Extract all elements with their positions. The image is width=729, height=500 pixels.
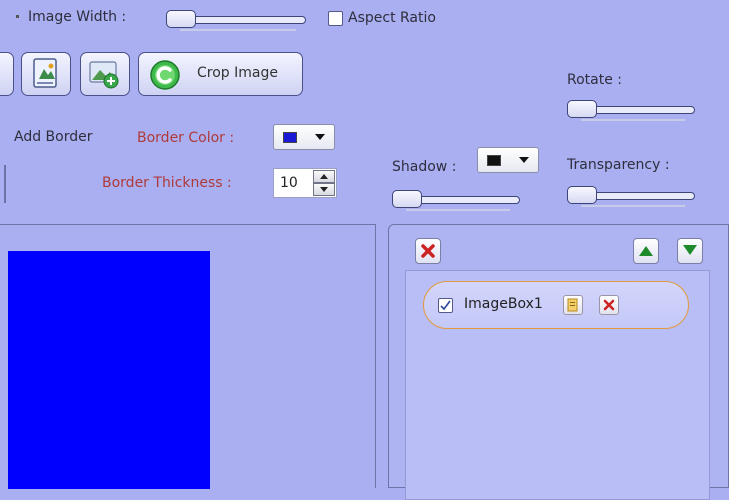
image-properties-button[interactable] xyxy=(21,52,71,96)
checkmark-icon xyxy=(440,300,451,311)
layers-panel: ImageBox1 xyxy=(388,224,729,500)
border-thickness-stepper[interactable]: 10 xyxy=(273,168,337,198)
crop-icon xyxy=(150,60,180,90)
layers-list: ImageBox1 xyxy=(405,270,710,500)
border-thickness-value: 10 xyxy=(280,175,298,191)
move-up-button[interactable] xyxy=(633,238,659,264)
left-divider xyxy=(0,165,6,203)
slider-thumb[interactable] xyxy=(567,100,597,118)
aspect-ratio-label: Aspect Ratio xyxy=(348,10,436,26)
arrow-up-icon xyxy=(639,246,653,256)
slider-ticks xyxy=(406,209,510,212)
add-image-button[interactable] xyxy=(80,52,130,96)
rotate-slider[interactable] xyxy=(567,100,695,122)
rotate-label: Rotate : xyxy=(567,72,623,88)
arrow-down-icon xyxy=(320,187,328,192)
shadow-slider[interactable] xyxy=(392,190,520,212)
chevron-down-icon xyxy=(315,134,325,140)
shadow-label: Shadow : xyxy=(392,159,457,175)
aspect-ratio-checkbox[interactable] xyxy=(328,11,343,26)
border-color-label: Border Color : xyxy=(137,130,235,146)
layer-visible-checkbox[interactable] xyxy=(438,298,453,313)
layer-name-label: ImageBox1 xyxy=(464,296,543,312)
note-icon xyxy=(567,298,578,312)
crop-image-label: Crop Image xyxy=(197,65,278,81)
image-width-slider[interactable] xyxy=(166,10,306,32)
move-down-button[interactable] xyxy=(677,238,703,264)
stepper-up-button[interactable] xyxy=(313,170,335,183)
slider-thumb[interactable] xyxy=(166,10,196,28)
partial-toolbar-button[interactable] xyxy=(0,52,14,96)
transparency-slider[interactable] xyxy=(567,186,695,208)
layer-remove-button[interactable] xyxy=(599,295,619,315)
add-picture-icon xyxy=(89,61,119,89)
transparency-label: Transparency : xyxy=(567,157,670,173)
border-color-swatch xyxy=(283,132,297,143)
bullet-icon xyxy=(16,15,19,18)
layer-edit-button[interactable] xyxy=(563,295,583,315)
canvas-panel[interactable] xyxy=(0,224,376,489)
slider-ticks xyxy=(180,29,296,32)
image-width-label: Image Width : xyxy=(16,9,126,25)
shadow-color-swatch xyxy=(487,155,501,166)
canvas-image[interactable] xyxy=(8,251,210,489)
shadow-color-dropdown[interactable] xyxy=(477,147,539,173)
delete-icon xyxy=(421,244,435,258)
stepper-down-button[interactable] xyxy=(313,183,335,196)
delete-layer-button[interactable] xyxy=(415,238,441,264)
arrow-up-icon xyxy=(320,174,328,179)
slider-thumb[interactable] xyxy=(567,186,597,204)
add-border-label: Add Border xyxy=(14,129,93,145)
document-image-icon xyxy=(33,58,57,88)
crop-image-button[interactable]: Crop Image xyxy=(138,52,303,96)
arrow-down-icon xyxy=(683,245,697,255)
slider-ticks xyxy=(581,205,685,208)
border-color-dropdown[interactable] xyxy=(273,124,335,150)
slider-ticks xyxy=(581,119,685,122)
border-thickness-label: Border Thickness : xyxy=(102,175,232,191)
chevron-down-icon xyxy=(519,157,529,163)
close-icon xyxy=(603,299,615,311)
list-item[interactable]: ImageBox1 xyxy=(423,281,689,329)
slider-thumb[interactable] xyxy=(392,190,422,208)
